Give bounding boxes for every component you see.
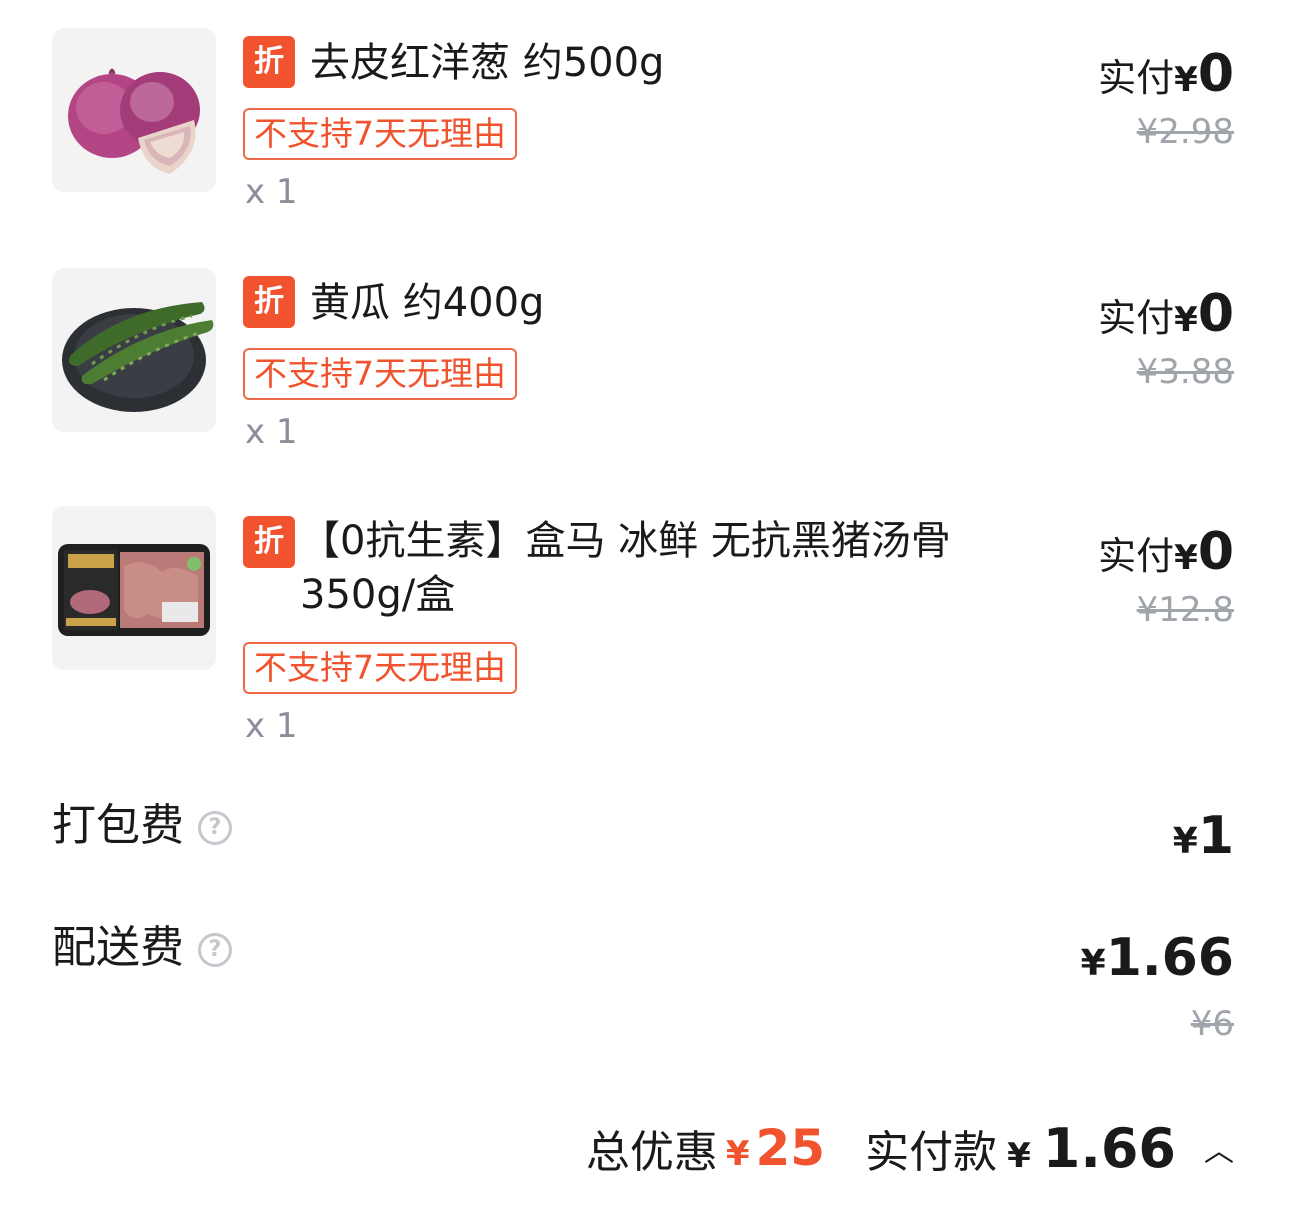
delivery-fee-label: 配送费 — [52, 922, 184, 973]
return-policy-tag: 不支持7天无理由 — [243, 108, 517, 160]
currency-symbol: ¥ — [1080, 943, 1106, 984]
chevron-up-icon[interactable]: ︿ — [1204, 1126, 1234, 1170]
total-paid-label: 实付款 — [865, 1127, 998, 1178]
product-quantity: x 1 — [245, 172, 298, 212]
total-discount-value: ¥25 — [718, 1119, 825, 1177]
total-discount-amount: 25 — [755, 1119, 826, 1177]
pork-bone-package-image — [58, 544, 210, 636]
product-quantity: x 1 — [245, 412, 298, 452]
original-price: ¥12.8 — [1136, 590, 1234, 630]
delivery-fee-row: 配送费? — [52, 920, 232, 976]
cucumber-image — [62, 302, 214, 412]
paid-label: 实付 — [1098, 296, 1175, 340]
paid-amount: 0 — [1197, 284, 1234, 344]
question-circle-icon[interactable]: ? — [198, 933, 232, 967]
product-name[interactable]: 去皮红洋葱 约500g — [310, 36, 1000, 90]
currency-symbol: ¥ — [1007, 1136, 1031, 1176]
original-price: ¥3.88 — [1136, 352, 1234, 392]
product-thumbnail[interactable] — [52, 28, 216, 192]
packing-fee-row: 打包费? — [52, 798, 232, 854]
packing-fee-label: 打包费 — [52, 800, 184, 851]
total-paid-amount: 1.66 — [1042, 1117, 1176, 1180]
red-onion-image — [68, 68, 200, 174]
paid-price: 实付¥0 — [1098, 522, 1234, 582]
product-thumbnail[interactable] — [52, 506, 216, 670]
paid-amount: 0 — [1197, 44, 1234, 104]
product-quantity: x 1 — [245, 706, 298, 746]
question-circle-icon[interactable]: ? — [198, 811, 232, 845]
return-policy-tag: 不支持7天无理由 — [243, 642, 517, 694]
delivery-fee-value: ¥1.66 — [1081, 928, 1234, 988]
paid-price: 实付¥0 — [1098, 44, 1234, 104]
total-paid-value: 实付款 ¥1.66 — [865, 1116, 1176, 1180]
packing-fee-amount: 1 — [1197, 806, 1234, 866]
paid-amount: 0 — [1197, 522, 1234, 582]
currency-symbol: ¥ — [1172, 821, 1198, 862]
product-name[interactable]: 【0抗生素】盒马 冰鲜 无抗黑猪汤骨 350g/盒 — [300, 514, 990, 622]
packing-fee-value: ¥1 — [1173, 806, 1234, 866]
paid-price: 实付¥0 — [1098, 284, 1234, 344]
return-policy-tag: 不支持7天无理由 — [243, 348, 517, 400]
discount-badge: 折 — [243, 276, 295, 328]
paid-label: 实付 — [1098, 56, 1175, 100]
order-summary-bar[interactable]: 总优惠 ¥25 实付款 ¥1.66 ︿ — [586, 1112, 1234, 1184]
paid-label: 实付 — [1098, 534, 1175, 578]
discount-badge: 折 — [243, 36, 295, 88]
total-discount-label: 总优惠 — [585, 1127, 718, 1178]
currency-symbol: ¥ — [1174, 300, 1198, 340]
currency-symbol: ¥ — [1174, 538, 1198, 578]
currency-symbol: ¥ — [1174, 60, 1198, 100]
discount-badge: 折 — [243, 516, 295, 568]
product-thumbnail[interactable] — [52, 268, 216, 432]
currency-symbol: ¥ — [725, 1134, 750, 1174]
product-name[interactable]: 黄瓜 约400g — [310, 276, 1000, 330]
original-price: ¥2.98 — [1136, 112, 1234, 152]
delivery-fee-amount: 1.66 — [1105, 928, 1234, 988]
delivery-fee-original: ¥6 — [1190, 1004, 1234, 1044]
